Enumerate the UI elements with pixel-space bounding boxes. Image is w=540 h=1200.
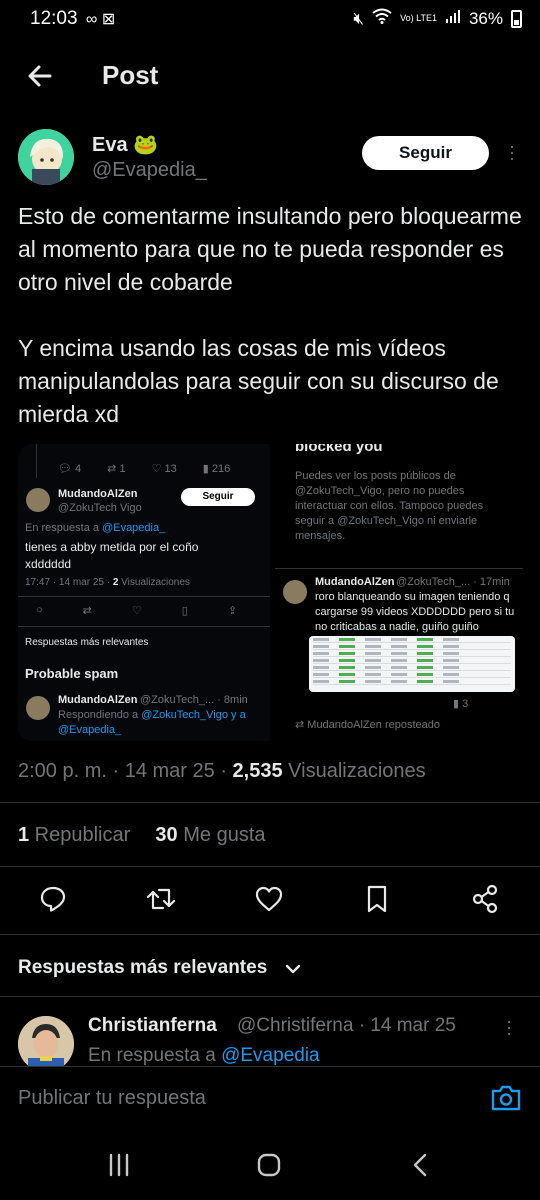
embedded-divider	[275, 568, 523, 569]
reposts-stat[interactable]: 1 Republicar	[18, 824, 130, 846]
post-media[interactable]: 💬︎ 4 ⇄ 1 ♡ 13 ▮ 216 MudandoAlZen @ZokuTe…	[18, 444, 523, 741]
blocked-text-line: Puedes ver los posts públicos de	[295, 470, 456, 482]
embedded-relevant-label: Respuestas más relevantes	[25, 637, 149, 648]
embedded-avatar	[26, 488, 50, 512]
embedded-divider	[18, 596, 270, 597]
views-count: 2,535	[232, 760, 283, 782]
embedded-screenshot-left[interactable]: 💬︎ 4 ⇄ 1 ♡ 13 ▮ 216 MudandoAlZen @ZokuTe…	[18, 444, 270, 741]
post-paragraph: Y encima usando las cosas de mis vídeos …	[18, 335, 499, 427]
recent-apps-icon[interactable]	[104, 1150, 134, 1180]
mute-icon: 🔇︎	[353, 8, 365, 28]
reply-more-options-icon[interactable]: · · ·	[506, 1012, 512, 1042]
back-nav-icon[interactable]	[406, 1150, 436, 1180]
system-nav-bar	[0, 1128, 540, 1200]
battery-icon	[511, 9, 522, 28]
embedded-avatar	[283, 580, 307, 604]
author-name[interactable]: Eva 🐸	[92, 132, 158, 157]
embedded-view-count: ▮ 216	[202, 463, 231, 475]
embedded-meta: 17:47 · 14 mar 25 · 2 Visualizaciones	[25, 577, 190, 588]
wifi-icon	[372, 8, 392, 29]
reply-icon[interactable]	[38, 884, 68, 914]
author-handle[interactable]: @Evapedia_	[92, 159, 207, 182]
page-title: Post	[102, 60, 159, 90]
post-actions	[0, 880, 540, 920]
embedded-repost-count: ⇄ 1	[107, 463, 126, 475]
post-timestamp: 2:00 p. m. · 14 mar 25 · 2,535 Visualiza…	[18, 760, 426, 782]
top-app-bar: Post	[0, 48, 540, 104]
embedded-reply-to: Respondiendo a @ZokuTech_Vigo y a	[58, 709, 246, 721]
repost-icon[interactable]	[146, 884, 176, 914]
divider	[0, 802, 540, 803]
embedded-screenshot-right[interactable]: blocked you Puedes ver los posts público…	[275, 444, 523, 741]
replies-sort-label[interactable]: Respuestas más relevantes	[18, 957, 267, 979]
share-icon[interactable]	[470, 884, 500, 914]
reply-avatar[interactable]	[18, 1016, 74, 1072]
author-avatar[interactable]	[18, 129, 74, 185]
signal-icon	[445, 8, 461, 29]
embedded-stats-row: 💬︎ 4 ⇄ 1 ♡ 13 ▮ 216	[58, 462, 230, 475]
status-bar: 12:03 ∞ ⊠ 🔇︎ Vo) LTE1 36%	[0, 0, 540, 40]
divider	[0, 934, 540, 935]
arrow-left-icon[interactable]	[24, 60, 56, 92]
heart-icon[interactable]	[254, 884, 284, 914]
reply-composer	[0, 1066, 540, 1128]
embedded-text-line: cargarse 99 videos XDDDDDD pero si tu	[315, 606, 515, 618]
embedded-spam-label: Probable spam	[25, 666, 119, 681]
embedded-reply-to: En respuesta a @Evapedia_	[25, 522, 166, 534]
embedded-avatar	[26, 696, 50, 720]
embedded-like-count: ♡ 13	[151, 463, 177, 475]
divider	[0, 866, 540, 867]
lte-indicator: Vo) LTE1	[400, 13, 437, 23]
blocked-text-line: interactuar con ellos. Tampoco puedes	[295, 500, 484, 512]
embedded-handle: @ZokuTech_... · 8min	[140, 694, 248, 706]
divider	[0, 996, 540, 997]
embedded-reply-count: 💬︎ 4	[58, 463, 82, 475]
blocked-title: blocked you	[295, 444, 383, 455]
blocked-text-line: @ZokuTech_Vigo, pero no puedes	[295, 485, 465, 497]
post-body: Esto de comentarme insultando pero bloqu…	[18, 200, 528, 464]
thread-line	[36, 444, 37, 478]
reply-input[interactable]	[18, 1083, 458, 1113]
embedded-handle: @ZokuTech_... · 17min	[396, 576, 510, 588]
battery-percent: 36%	[468, 8, 503, 28]
status-right-group: 🔇︎ Vo) LTE1 36%	[353, 8, 522, 29]
post-paragraph: Esto de comentarme insultando pero bloqu…	[18, 203, 522, 295]
likes-stat[interactable]: 30 Me gusta	[155, 824, 265, 846]
reply-author-meta[interactable]: @Christiferna · 14 mar 25	[237, 1015, 456, 1037]
camera-icon[interactable]	[490, 1084, 522, 1112]
embedded-views: ▮ 3	[453, 698, 469, 710]
embedded-reposted-label: ⇄ MudandoAlZen reposteado	[295, 719, 440, 731]
status-time: 12:03	[30, 8, 78, 29]
embedded-table-image	[309, 636, 515, 692]
embedded-text-line: xdddddd	[25, 557, 72, 571]
reply-to-line: En respuesta a @Evapedia	[88, 1045, 320, 1066]
embedded-action-row: ○ ⇄ ♡ ▯ ⇪	[36, 604, 238, 617]
embedded-name: MudandoAlZen	[58, 694, 138, 706]
chevron-down-icon[interactable]	[284, 960, 302, 978]
embedded-name: MudandoAlZen	[58, 488, 138, 500]
status-notification-icons: ∞ ⊠	[86, 11, 116, 28]
embedded-handle: @ZokuTech Vigo	[58, 502, 142, 514]
post-stats: 1 Republicar 30 Me gusta	[18, 824, 266, 847]
home-icon[interactable]	[254, 1150, 284, 1180]
embedded-reply-to: @Evapedia_	[58, 724, 122, 736]
embedded-follow-button: Seguir	[181, 488, 255, 506]
embedded-name: MudandoAlZen	[315, 576, 395, 588]
reply-author-name[interactable]: Christianferna	[88, 1015, 217, 1037]
embedded-divider	[18, 626, 270, 627]
embedded-text-line: tienes a abby metida por el coño	[25, 540, 199, 554]
embedded-text-line: roro blanqueando su imagen teniendo q	[315, 591, 510, 603]
bookmark-icon[interactable]	[362, 884, 392, 914]
more-options-icon[interactable]: · · ·	[504, 137, 520, 167]
reply-to-handle[interactable]: @Evapedia	[221, 1045, 320, 1066]
follow-button[interactable]: Seguir	[362, 136, 489, 170]
blocked-text-line: mensajes.	[295, 530, 346, 542]
blocked-text-line: seguir a @ZokuTech_Vigo ni enviarle	[295, 515, 478, 527]
embedded-text-line: no criticabas a nadie, guiño guiño	[315, 621, 479, 633]
